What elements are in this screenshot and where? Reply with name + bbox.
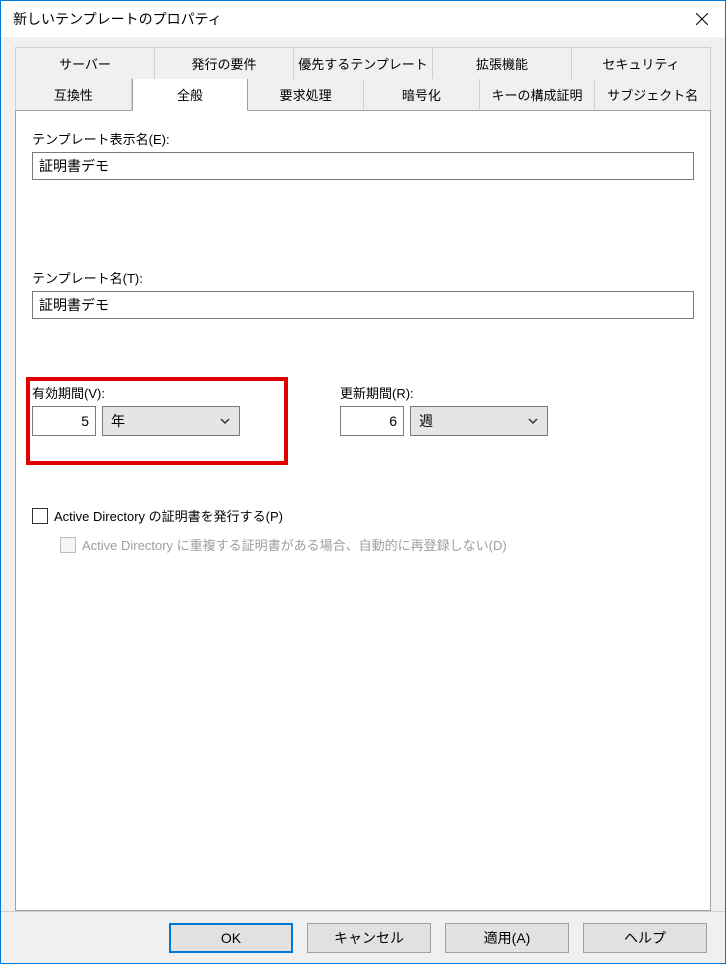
renewal-value-input[interactable] [340, 406, 404, 436]
apply-button[interactable]: 適用(A) [445, 923, 569, 953]
display-name-input[interactable] [32, 152, 694, 180]
ok-label: OK [221, 930, 241, 946]
renewal-unit-select[interactable]: 週 [410, 406, 548, 436]
tab-security[interactable]: セキュリティ [572, 47, 711, 79]
content-area: サーバー 発行の要件 優先するテンプレート 拡張機能 セキュリティ 互換性 全般… [1, 37, 725, 911]
ad-dup-checkbox [60, 537, 76, 553]
period-row: 有効期間(V): 年 更新期間(R): 週 [32, 383, 694, 436]
template-name-label: テンプレート名(T): [32, 268, 694, 287]
renewal-label: 更新期間(R): [340, 383, 548, 402]
validity-value-input[interactable] [32, 406, 96, 436]
ad-publish-row[interactable]: Active Directory の証明書を発行する(P) [32, 506, 694, 525]
tab-compatibility[interactable]: 互換性 [15, 79, 132, 110]
cancel-label: キャンセル [334, 928, 404, 948]
tab-subject-name[interactable]: サブジェクト名 [595, 79, 711, 110]
ad-dup-label: Active Directory に重複する証明書がある場合、自動的に再登録しな… [82, 535, 507, 554]
ad-publish-checkbox[interactable] [32, 508, 48, 524]
tab-server[interactable]: サーバー [15, 47, 155, 79]
template-name-group: テンプレート名(T): [32, 268, 694, 319]
tab-issuance[interactable]: 発行の要件 [155, 47, 294, 79]
chevron-down-icon [219, 415, 231, 427]
renewal-unit-value: 週 [419, 411, 433, 431]
ok-button[interactable]: OK [169, 923, 293, 953]
help-label: ヘルプ [624, 928, 666, 948]
button-bar: OK キャンセル 適用(A) ヘルプ [1, 911, 725, 963]
tab-row-1: サーバー 発行の要件 優先するテンプレート 拡張機能 セキュリティ [15, 47, 711, 79]
tab-container: サーバー 発行の要件 優先するテンプレート 拡張機能 セキュリティ 互換性 全般… [15, 47, 711, 110]
validity-label: 有効期間(V): [32, 383, 240, 402]
close-button[interactable] [679, 1, 725, 37]
tab-row-2: 互換性 全般 要求処理 暗号化 キーの構成証明 サブジェクト名 [15, 79, 711, 110]
help-button[interactable]: ヘルプ [583, 923, 707, 953]
renewal-block: 更新期間(R): 週 [340, 383, 548, 436]
validity-unit-select[interactable]: 年 [102, 406, 240, 436]
window-title: 新しいテンプレートのプロパティ [13, 9, 222, 29]
ad-publish-label: Active Directory の証明書を発行する(P) [54, 506, 283, 525]
apply-label: 適用(A) [484, 928, 531, 948]
tab-general[interactable]: 全般 [132, 79, 249, 111]
ad-dup-row: Active Directory に重複する証明書がある場合、自動的に再登録しな… [60, 535, 694, 554]
cancel-button[interactable]: キャンセル [307, 923, 431, 953]
validity-unit-value: 年 [111, 411, 125, 431]
tab-extensions[interactable]: 拡張機能 [433, 47, 572, 79]
tab-request-handling[interactable]: 要求処理 [248, 79, 364, 110]
tab-key-attestation[interactable]: キーの構成証明 [480, 79, 596, 110]
tab-panel-general: テンプレート表示名(E): テンプレート名(T): 有効期間(V): 年 [15, 110, 711, 911]
dialog-window: 新しいテンプレートのプロパティ サーバー 発行の要件 優先するテンプレート 拡張… [0, 0, 726, 964]
tab-cryptography[interactable]: 暗号化 [364, 79, 480, 110]
template-name-input[interactable] [32, 291, 694, 319]
display-name-label: テンプレート表示名(E): [32, 129, 694, 148]
close-icon [696, 13, 708, 25]
chevron-down-icon [527, 415, 539, 427]
tab-superseded[interactable]: 優先するテンプレート [294, 47, 433, 79]
titlebar: 新しいテンプレートのプロパティ [1, 1, 725, 37]
display-name-group: テンプレート表示名(E): [32, 129, 694, 180]
validity-block: 有効期間(V): 年 [32, 383, 240, 436]
